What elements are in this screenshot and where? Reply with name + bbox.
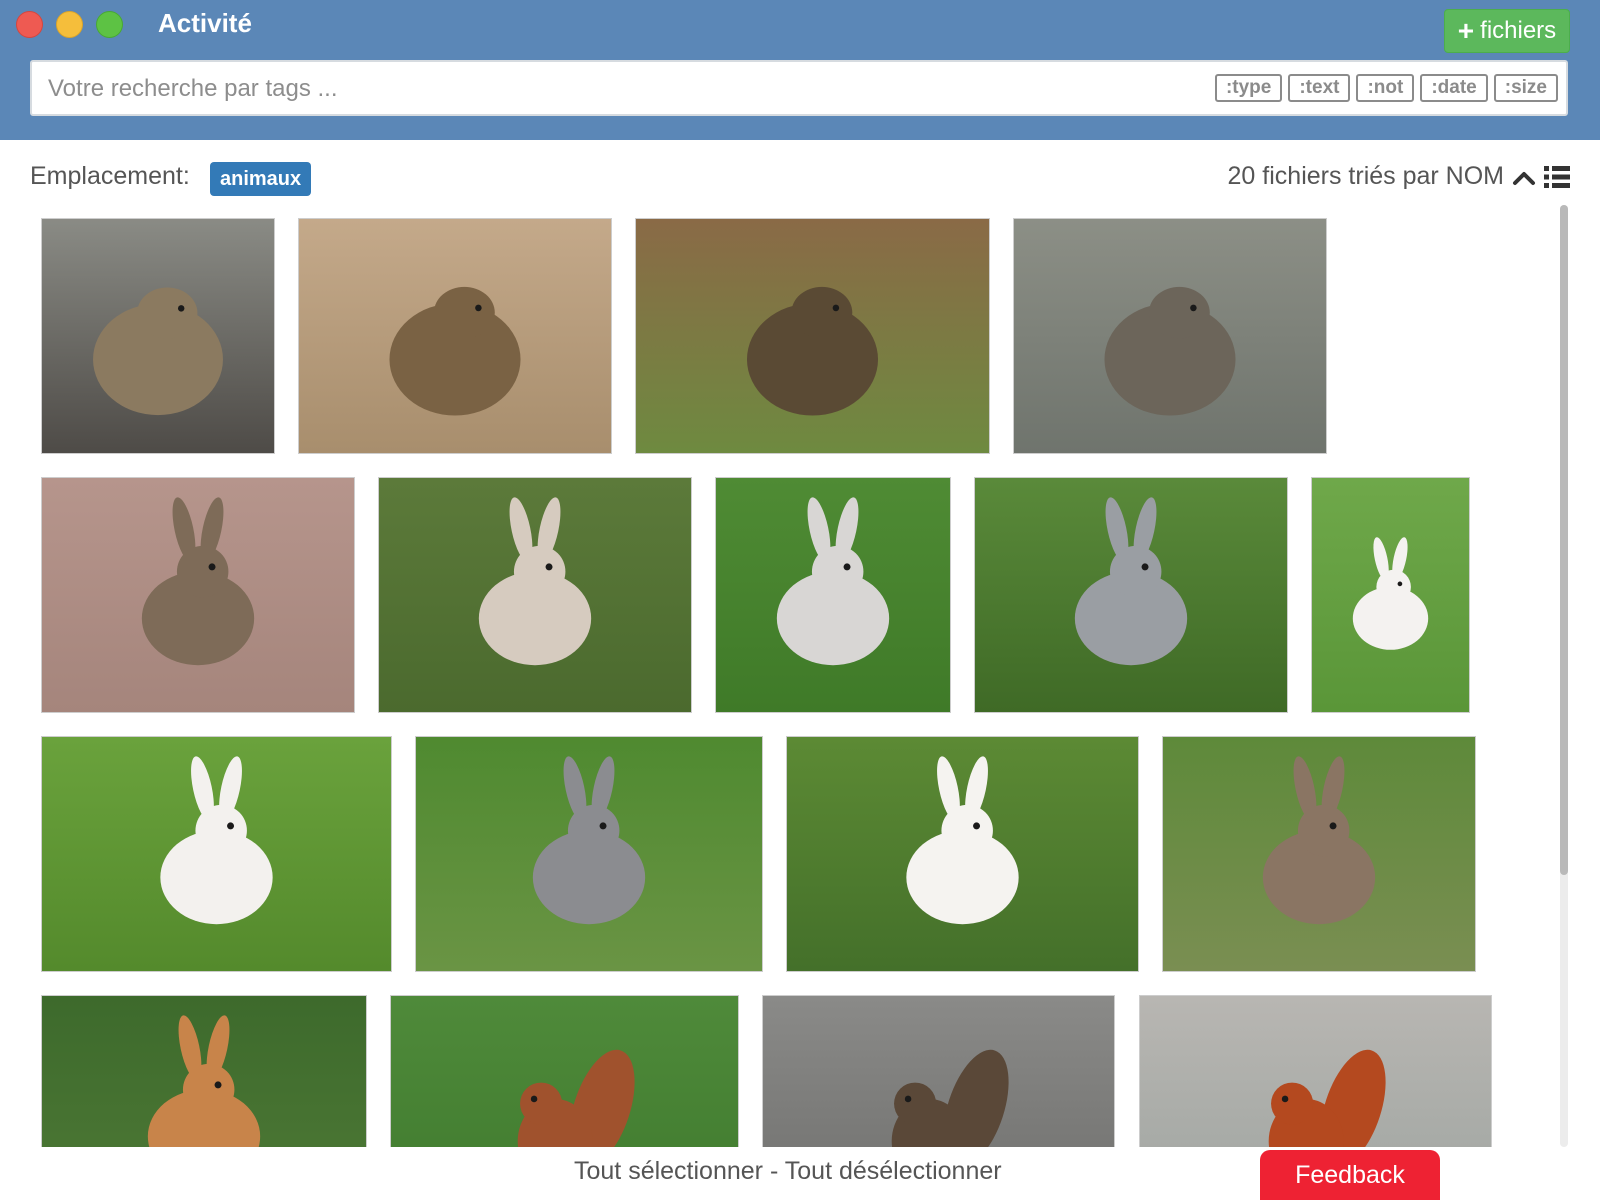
rabbit-head <box>1109 545 1162 598</box>
title-bar: Activité + fichiers :type :text :not :da… <box>0 0 1600 140</box>
search-filter-buttons: :type :text :not :date :size <box>1214 74 1558 102</box>
filter-text-button[interactable]: :text <box>1288 74 1351 102</box>
tag-search-bar: :type :text :not :date :size <box>30 60 1568 116</box>
thumbnail-photo[interactable] <box>786 736 1139 972</box>
rabbit-eye <box>1141 563 1149 571</box>
rabbit-head <box>941 804 993 857</box>
add-files-label: fichiers <box>1480 17 1557 44</box>
filter-size-button[interactable]: :size <box>1493 74 1558 102</box>
squirrel-head <box>894 1082 937 1125</box>
location-folder-badge[interactable]: animaux <box>210 162 312 196</box>
sort-summary: 20 fichiers triés par NOM <box>1227 162 1504 190</box>
thumbnail-photo[interactable] <box>1162 736 1476 972</box>
thumbnail-grid <box>0 205 1556 1147</box>
thumbnail-photo[interactable] <box>1013 218 1327 454</box>
marmot-head <box>1148 286 1210 339</box>
close-window-button[interactable] <box>16 11 43 38</box>
filter-type-button[interactable]: :type <box>1214 74 1283 102</box>
marmot-eye <box>475 304 482 312</box>
tag-search-input[interactable] <box>46 62 1170 116</box>
rabbit-eye <box>973 822 981 830</box>
rabbit-head <box>182 1063 235 1116</box>
window-title: Activité <box>158 8 252 38</box>
thumbnail-photo[interactable] <box>762 995 1115 1147</box>
feedback-button[interactable]: Feedback <box>1260 1150 1440 1200</box>
squirrel-head <box>1271 1082 1314 1125</box>
thumbnail-photo[interactable] <box>41 218 275 454</box>
thumbnail-photo[interactable] <box>41 995 367 1147</box>
thumbnail-photo[interactable] <box>298 218 612 454</box>
squirrel-eye <box>530 1095 538 1103</box>
squirrel-head <box>520 1082 563 1125</box>
maximize-window-button[interactable] <box>96 11 123 38</box>
thumbnail-photo[interactable] <box>41 736 392 972</box>
minimize-window-button[interactable] <box>56 11 83 38</box>
thumbnail-photo[interactable] <box>635 218 990 454</box>
rabbit-eye <box>214 1081 222 1089</box>
rabbit-head <box>1376 569 1411 605</box>
rabbit-head <box>176 545 229 598</box>
rabbit-eye <box>1397 581 1403 587</box>
thumbnail-photo[interactable] <box>715 477 951 713</box>
rabbit-head <box>567 804 620 857</box>
marmot-head <box>137 287 198 339</box>
select-all-links[interactable]: Tout sélectionner - Tout désélectionner <box>574 1157 1002 1186</box>
rabbit-eye <box>208 563 216 571</box>
thumbnail-photo[interactable] <box>390 995 739 1147</box>
rabbit-eye <box>599 822 607 830</box>
scrollbar-thumb[interactable] <box>1560 205 1568 875</box>
sort-ascending-caret-icon[interactable] <box>1510 164 1538 192</box>
thumbnail-photo[interactable] <box>378 477 692 713</box>
plus-icon: + <box>1457 15 1475 46</box>
vertical-scrollbar[interactable] <box>1560 205 1568 1147</box>
rabbit-eye <box>1329 822 1337 830</box>
rabbit-head <box>513 545 566 598</box>
marmot-head <box>791 286 853 339</box>
marmot-head <box>433 286 495 339</box>
thumbnail-photo[interactable] <box>415 736 763 972</box>
rabbit-eye <box>227 822 235 830</box>
thumbnail-photo[interactable] <box>41 477 355 713</box>
rabbit-eye <box>843 563 851 571</box>
filter-date-button[interactable]: :date <box>1420 74 1488 102</box>
rabbit-head <box>195 804 247 857</box>
thumbnail-photo[interactable] <box>1139 995 1492 1147</box>
thumbnail-photo[interactable] <box>1311 477 1470 713</box>
squirrel-eye <box>1281 1095 1289 1103</box>
location-label: Emplacement: <box>30 162 190 190</box>
squirrel-eye <box>904 1095 912 1103</box>
rabbit-head <box>811 545 864 598</box>
thumbnail-photo[interactable] <box>974 477 1288 713</box>
rabbit-head <box>1297 804 1350 857</box>
rabbit-eye <box>545 563 553 571</box>
marmot-eye <box>832 304 840 312</box>
filter-not-button[interactable]: :not <box>1356 74 1415 102</box>
list-view-icon[interactable] <box>1544 166 1570 188</box>
marmot-eye <box>177 305 185 312</box>
add-files-button[interactable]: + fichiers <box>1444 9 1570 53</box>
marmot-eye <box>1190 304 1197 312</box>
